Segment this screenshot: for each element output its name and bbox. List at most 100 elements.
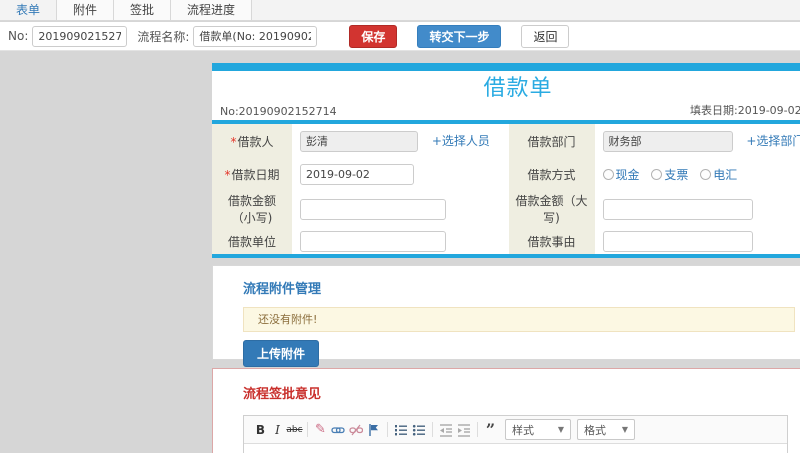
toolbar-separator	[432, 422, 433, 437]
form-meta-row: No:20190902152714 填表日期:2019-09-02 15:27:…	[212, 102, 800, 120]
reason-label: 借款事由	[527, 234, 576, 249]
tab-bar: 表单 附件 签批 流程进度	[0, 0, 800, 21]
amount-lower-label-cell: 借款金额（小写)	[212, 190, 292, 228]
italic-icon[interactable]: I	[269, 423, 286, 437]
table-row: 借款单位 借款事由	[212, 228, 800, 254]
department-label-cell: 借款部门	[508, 124, 595, 158]
amount-upper-input[interactable]	[602, 198, 753, 220]
form-date-text: 填表日期:2019-09-02 15:27:1	[690, 104, 800, 117]
borrower-label-cell: *借款人	[212, 124, 292, 158]
tab-form[interactable]: 表单	[0, 0, 58, 20]
approval-heading: 流程签批意见	[243, 387, 322, 402]
approval-panel: 流程签批意见 B I abc ✎ ” 样式 ▼ 格式 ▼	[212, 368, 800, 453]
link-icon[interactable]	[331, 423, 345, 437]
department-label: 借款部门	[527, 134, 576, 149]
toolbar-separator	[307, 422, 308, 437]
amount-upper-label-cell: 借款金额（大写)	[508, 190, 595, 228]
editor-toolbar: B I abc ✎ ” 样式 ▼ 格式 ▼	[244, 416, 787, 444]
select-department-link[interactable]: +选择部门	[746, 134, 800, 148]
method-field-cell: 现金 支票 电汇	[595, 158, 800, 190]
method-label-cell: 借款方式	[508, 158, 595, 190]
numbered-list-icon[interactable]	[394, 423, 408, 437]
method-option-cash[interactable]: 现金	[602, 167, 640, 182]
back-button[interactable]: 返回	[521, 24, 570, 48]
radio-icon[interactable]	[700, 168, 712, 180]
amount-lower-label: 借款金额（小写)	[227, 194, 276, 225]
styles-dropdown-label: 样式	[512, 423, 534, 437]
amount-lower-field-cell	[292, 190, 509, 228]
loan-form-table: *借款人 +选择人员 借款部门 +选择部门 *借款日期	[212, 124, 800, 254]
attachments-heading: 流程附件管理	[243, 282, 322, 297]
no-attachments-alert: 还没有附件!	[243, 307, 795, 332]
amount-lower-input[interactable]	[300, 198, 446, 220]
tab-process-progress[interactable]: 流程进度	[171, 0, 253, 20]
method-label: 借款方式	[527, 167, 576, 182]
styles-dropdown[interactable]: 样式 ▼	[505, 419, 571, 440]
borrower-label: 借款人	[237, 134, 274, 149]
strikethrough-icon[interactable]: abc	[286, 423, 303, 437]
unit-input[interactable]	[300, 230, 446, 252]
unlink-icon[interactable]	[349, 423, 363, 437]
form-number-text: No:20190902152714	[220, 105, 337, 118]
method-option-wire-label: 电汇	[713, 167, 738, 182]
outdent-icon[interactable]	[439, 423, 453, 437]
save-button[interactable]: 保存	[349, 24, 398, 48]
radio-icon[interactable]	[602, 168, 614, 180]
unit-label: 借款单位	[227, 234, 276, 249]
forward-next-step-button[interactable]: 转交下一步	[417, 24, 502, 48]
bulleted-list-icon[interactable]	[412, 423, 426, 437]
editor-content-area[interactable]	[244, 444, 787, 453]
reason-input[interactable]	[602, 230, 753, 252]
table-row: *借款日期 借款方式 现金 支票 电汇	[212, 158, 800, 190]
remove-format-icon[interactable]: ✎	[312, 422, 329, 437]
method-option-cheque[interactable]: 支票	[651, 168, 688, 182]
process-name-label: 流程名称:	[137, 29, 190, 44]
table-row: *借款人 +选择人员 借款部门 +选择部门	[212, 124, 800, 158]
required-marker: *	[224, 167, 231, 182]
toolbar-separator	[387, 422, 388, 437]
format-dropdown-label: 格式	[584, 423, 606, 437]
command-bar: No: 流程名称: 保存 转交下一步 返回	[0, 22, 800, 51]
borrow-date-input[interactable]	[300, 163, 414, 185]
select-person-link[interactable]: +选择人员	[432, 134, 490, 148]
method-option-cash-label: 现金	[615, 167, 640, 182]
borrower-input[interactable]	[300, 130, 418, 152]
blockquote-icon[interactable]: ”	[482, 421, 499, 437]
borrow-date-field-cell	[292, 158, 509, 190]
bold-icon[interactable]: B	[252, 423, 269, 437]
indent-icon[interactable]	[457, 423, 471, 437]
panel-top-accent-bar	[212, 63, 800, 71]
radio-icon[interactable]	[651, 168, 663, 180]
upload-attachment-button[interactable]: 上传附件	[243, 340, 320, 367]
toolbar-separator	[477, 422, 478, 437]
reason-label-cell: 借款事由	[508, 228, 595, 254]
unit-label-cell: 借款单位	[212, 228, 292, 254]
attachments-panel: 流程附件管理 还没有附件! 上传附件	[212, 265, 800, 367]
unit-field-cell	[292, 228, 509, 254]
borrow-date-label-cell: *借款日期	[212, 158, 292, 190]
format-dropdown[interactable]: 格式 ▼	[577, 419, 635, 440]
tab-attachment[interactable]: 附件	[57, 0, 115, 20]
caret-down-icon: ▼	[621, 425, 628, 434]
tab-approval[interactable]: 签批	[114, 0, 172, 20]
process-name-input[interactable]	[193, 25, 318, 47]
department-input[interactable]	[602, 130, 733, 152]
loan-form-panel: 借款单 No:20190902152714 填表日期:2019-09-02 15…	[212, 63, 800, 258]
no-label: No:	[8, 29, 29, 43]
anchor-flag-icon[interactable]	[367, 423, 381, 437]
no-input[interactable]	[32, 25, 128, 47]
borrow-date-label: 借款日期	[231, 167, 280, 182]
amount-upper-field-cell	[595, 190, 800, 228]
form-title: 借款单	[483, 76, 553, 101]
method-option-cheque-label: 支票	[664, 167, 689, 182]
method-option-wire[interactable]: 电汇	[700, 168, 737, 182]
reason-field-cell	[595, 228, 800, 254]
panel-bottom-accent-bar	[212, 254, 800, 258]
caret-down-icon: ▼	[557, 425, 564, 434]
department-field-cell: +选择部门	[595, 124, 800, 158]
amount-upper-label: 借款金额（大写)	[515, 194, 588, 225]
required-marker: *	[230, 134, 237, 149]
table-row: 借款金额（小写) 借款金额（大写)	[212, 190, 800, 228]
borrower-field-cell: +选择人员	[292, 124, 509, 158]
rich-text-editor: B I abc ✎ ” 样式 ▼ 格式 ▼	[243, 415, 788, 453]
